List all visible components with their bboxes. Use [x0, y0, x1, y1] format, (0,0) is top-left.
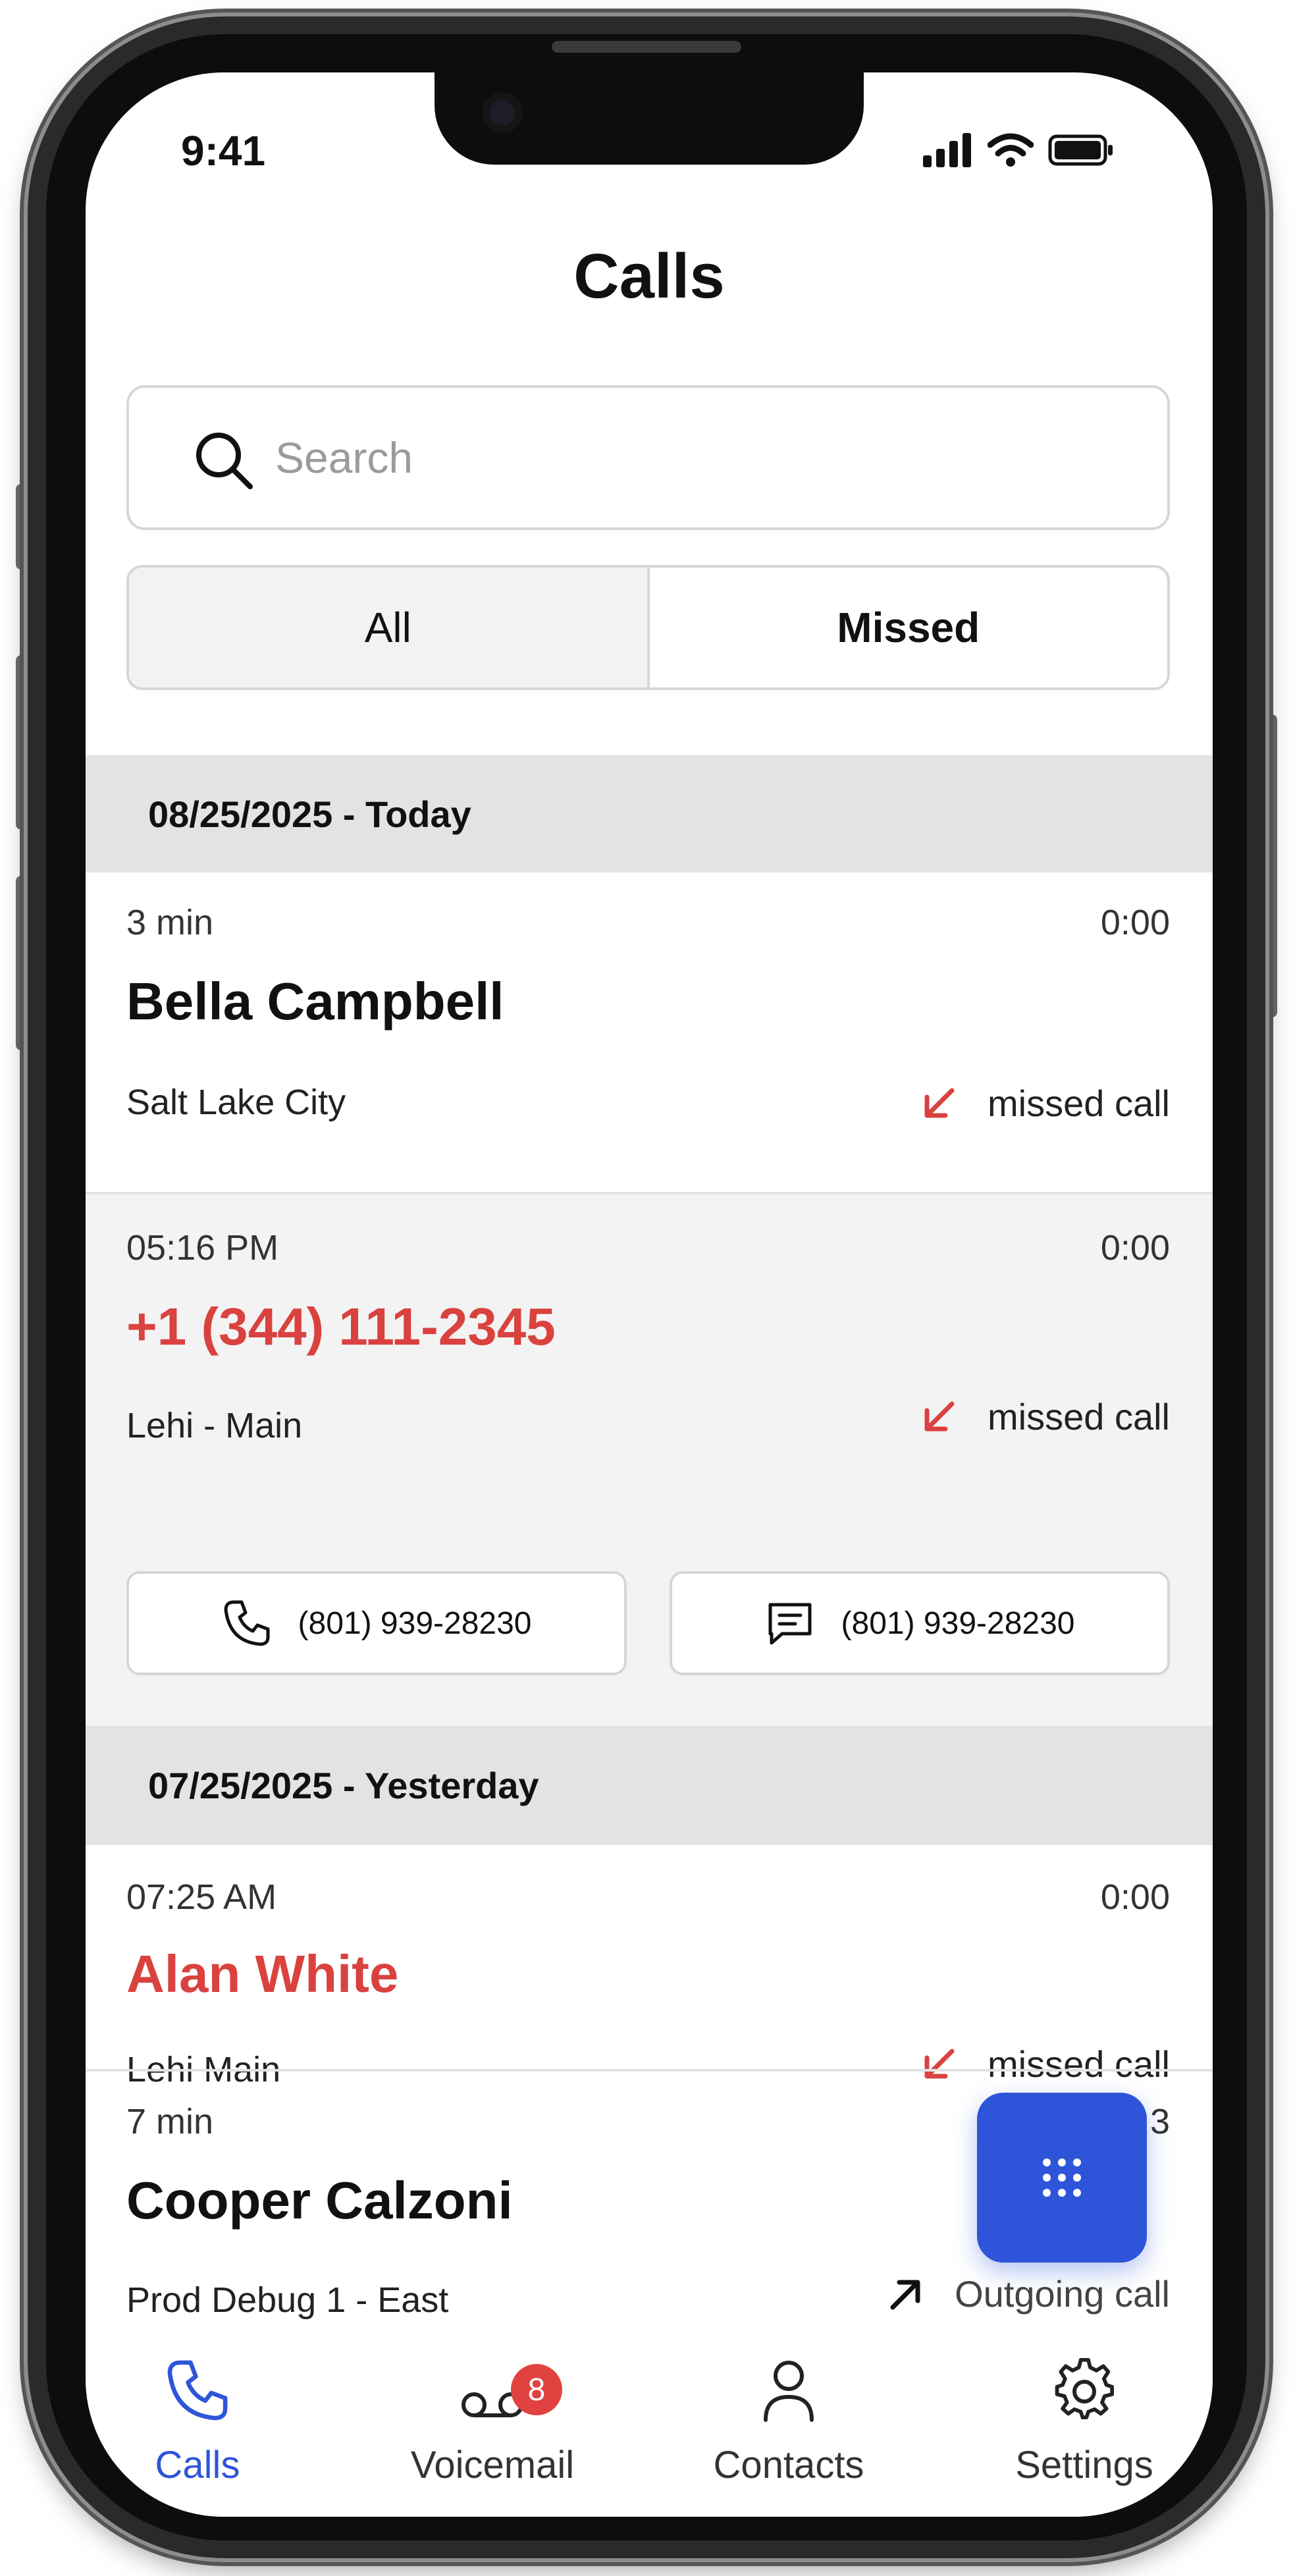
missed-call-arrow-icon [924, 1088, 955, 1117]
tab-contacts-label: Contacts [713, 2444, 864, 2486]
person-icon [764, 2361, 814, 2422]
call-duration: 0:00 [1100, 903, 1170, 942]
call-time: 05:16 PM [126, 1228, 279, 1268]
caller-name: Cooper Calzoni [126, 2171, 513, 2230]
wifi-icon [988, 133, 1034, 167]
caller-number: +1 (344) 111-2345 [126, 1297, 556, 1356]
dialpad-icon [1043, 2159, 1081, 2197]
status-icons [923, 130, 1114, 170]
phone-icon [167, 2360, 228, 2421]
earpiece-speaker [552, 41, 741, 53]
call-type: missed call [919, 1395, 1170, 1438]
call-location: Prod Debug 1 - East [126, 2280, 449, 2320]
search-input[interactable] [274, 421, 1132, 495]
call-duration: 0:00 [1100, 1228, 1170, 1268]
voicemail-badge: 8 [511, 2364, 562, 2415]
caller-name: Alan White [126, 1945, 399, 2003]
call-location: Salt Lake City [126, 1083, 346, 1122]
message-number: (801) 939-28230 [841, 1605, 1075, 1641]
call-time: 7 min [126, 2102, 214, 2141]
dialpad-fab-button[interactable] [977, 2093, 1147, 2263]
tab-all[interactable]: All [129, 568, 650, 687]
tab-settings[interactable]: Settings [986, 2324, 1183, 2487]
tab-missed[interactable]: Missed [649, 568, 1167, 687]
search-bar[interactable] [126, 385, 1170, 530]
call-duration: 0:00 [1100, 1877, 1170, 1917]
call-time: 07:25 AM [126, 1877, 277, 1917]
page-title: Calls [573, 241, 725, 311]
status-time: 9:41 [181, 127, 266, 174]
tab-settings-label: Settings [1015, 2444, 1153, 2486]
tab-calls-label: Calls [155, 2444, 240, 2486]
tab-calls[interactable]: Calls [99, 2324, 296, 2487]
call-location: Lehi - Main [126, 1406, 303, 1445]
section-header-yesterday: 07/25/2025 - Yesterday [86, 1726, 1213, 1845]
message-icon [768, 1603, 812, 1645]
front-camera [482, 92, 523, 133]
search-icon [196, 433, 253, 489]
call-type-label: missed call [988, 1396, 1170, 1437]
send-message-button[interactable]: (801) 939-28230 [670, 1571, 1170, 1675]
section-header-today: 08/25/2025 - Today [86, 755, 1213, 872]
gear-icon [1055, 2357, 1115, 2420]
caller-name: Bella Campbell [126, 972, 504, 1031]
call-type-label: missed call [988, 1083, 1170, 1124]
phone-screen: 9:41 Calls All Missed 08/25/202 [86, 72, 1213, 2517]
tab-contacts[interactable]: Contacts [690, 2324, 887, 2487]
call-type: Outgoing call [886, 2272, 1170, 2315]
tab-voicemail-label: Voicemail [410, 2444, 575, 2486]
cellular-signal-icon [923, 133, 971, 167]
call-row-expanded[interactable]: 05:16 PM 0:00 +1 (344) 111-2345 Lehi - M… [86, 1194, 1213, 1726]
phone-icon [224, 1600, 270, 1646]
missed-call-arrow-icon [924, 1401, 955, 1431]
battery-icon [1048, 134, 1113, 166]
call-row[interactable]: 3 min 0:00 Bella Campbell Salt Lake City… [86, 872, 1213, 1193]
call-time: 3 min [126, 903, 214, 942]
call-duration: 3 [1149, 2102, 1170, 2141]
call-back-button[interactable]: (801) 939-28230 [126, 1571, 627, 1675]
call-filter-segmented-control: All Missed [126, 565, 1170, 690]
call-type: missed call [919, 1082, 1170, 1125]
notch [435, 72, 864, 165]
bottom-tab-bar: Calls 8 Voicemail Contacts Settings [86, 2324, 1213, 2517]
call-back-number: (801) 939-28230 [298, 1605, 532, 1641]
outgoing-call-arrow-icon [890, 2280, 920, 2309]
call-type-label: Outgoing call [955, 2273, 1170, 2315]
tab-voicemail[interactable]: 8 Voicemail [394, 2324, 591, 2487]
